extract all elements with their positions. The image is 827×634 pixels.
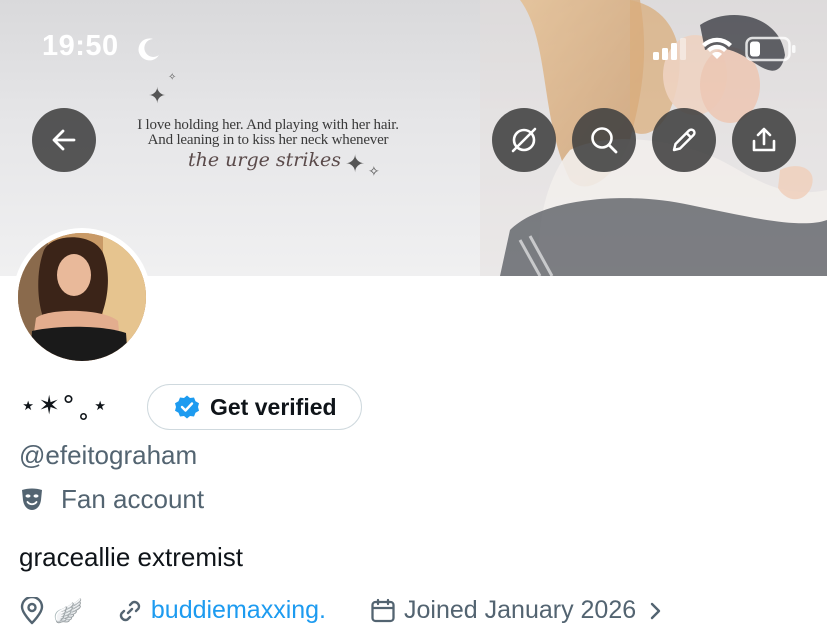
- back-button[interactable]: [32, 108, 96, 172]
- moon-icon: [138, 38, 159, 61]
- joined-date[interactable]: Joined January 2026: [370, 596, 664, 625]
- link-icon: [119, 600, 141, 621]
- avatar[interactable]: [13, 228, 151, 366]
- edit-button[interactable]: [652, 108, 716, 172]
- quote-line-2: And leaning in to kiss her neck whenever: [147, 132, 389, 148]
- website[interactable]: buddiemaxxing.: [117, 596, 326, 625]
- quote-line-1: I love holding her. And playing with her…: [137, 117, 399, 133]
- sparkle-icon: ✦: [345, 150, 366, 178]
- sparkle-icon: ✧: [168, 72, 177, 83]
- profile-bio: graceallie extremist: [19, 542, 243, 572]
- sparkle-icon: ✧: [368, 164, 380, 180]
- calendar-icon: [371, 598, 395, 622]
- chevron-right-icon: [650, 602, 661, 619]
- profile-handle: @efeitograham: [19, 440, 198, 470]
- get-verified-button[interactable]: Get verified: [147, 384, 362, 430]
- signal-icon: [653, 38, 686, 60]
- verified-badge-icon: [175, 395, 199, 419]
- sparkle-icon: ✦: [148, 84, 167, 109]
- joined-label: Joined January 2026: [404, 596, 637, 624]
- profile-screen: I love holding her. And playing with her…: [0, 0, 827, 634]
- get-verified-label: Get verified: [210, 393, 337, 420]
- arrow-left-icon: [52, 129, 76, 151]
- search-button[interactable]: [572, 108, 636, 172]
- status-time: 19:50: [42, 30, 119, 62]
- pencil-icon: [672, 128, 696, 152]
- quote-line-3: the urge strikes: [188, 149, 341, 171]
- status-indicators: [653, 36, 797, 62]
- location-emoji: 🪽: [53, 596, 83, 625]
- share-button[interactable]: [732, 108, 796, 172]
- grok-button[interactable]: [492, 108, 556, 172]
- location: 🪽: [19, 596, 83, 625]
- location-pin-icon: [20, 596, 44, 624]
- category-label: Fan account: [61, 484, 205, 514]
- share-icon: [752, 127, 776, 152]
- display-name: ⋆✶°˳⋆: [20, 391, 111, 421]
- search-icon: [591, 127, 618, 154]
- battery-icon: [745, 36, 796, 62]
- avatar-image: [18, 233, 146, 361]
- profile-category: Fan account: [19, 484, 204, 515]
- grok-icon: [511, 127, 537, 153]
- profile-banner[interactable]: I love holding her. And playing with her…: [0, 0, 827, 276]
- avatar-photo: [18, 233, 146, 361]
- profile-meta: 🪽 buddiemaxxing. Joined January 2026: [19, 596, 664, 625]
- website-link[interactable]: buddiemaxxing.: [151, 596, 326, 625]
- wifi-icon: [702, 37, 732, 59]
- banner-quote: I love holding her. And playing with her…: [118, 118, 418, 170]
- theater-masks-icon: [22, 488, 42, 510]
